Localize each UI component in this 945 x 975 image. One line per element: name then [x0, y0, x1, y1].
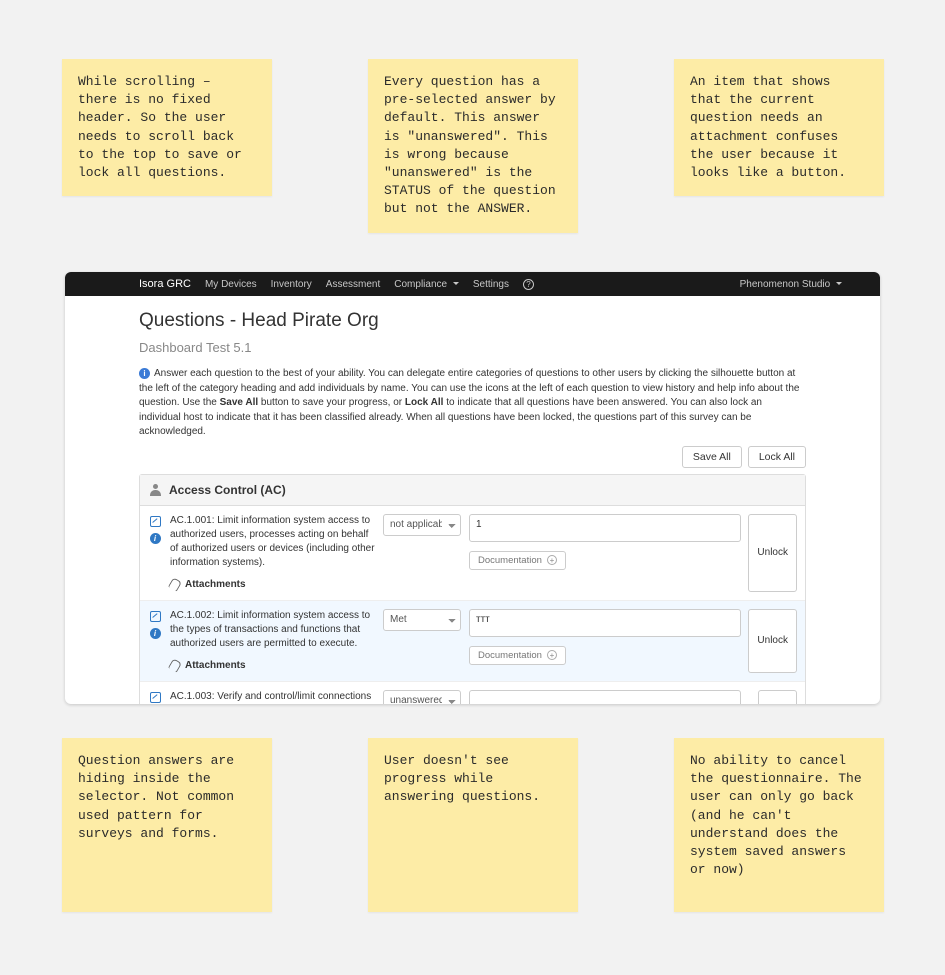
- paperclip-icon: [168, 577, 182, 592]
- documentation-button[interactable]: Documentation +: [469, 551, 566, 570]
- nav-settings[interactable]: Settings: [473, 279, 509, 290]
- nav-user-label: Phenomenon Studio: [740, 279, 831, 290]
- sticky-note: An item that shows that the current ques…: [674, 59, 884, 196]
- question-text: AC.1.002: Limit information system acces…: [170, 609, 375, 651]
- chevron-down-icon: [453, 282, 459, 285]
- lock-button[interactable]: Unlock: [748, 514, 797, 592]
- comment-input[interactable]: [469, 514, 741, 542]
- help-icon[interactable]: ?: [523, 279, 534, 290]
- sticky-note: Question answers are hiding inside the s…: [62, 738, 272, 912]
- info-bold: Save All: [220, 397, 259, 408]
- page-title: Questions - Head Pirate Org: [139, 310, 806, 332]
- plus-icon: +: [547, 555, 557, 565]
- paperclip-icon: [168, 658, 182, 673]
- brand: Isora GRC: [139, 278, 191, 290]
- question-text-col: AC.1.003: Verify and control/limit conne…: [170, 690, 375, 705]
- attachments-row[interactable]: Attachments: [170, 659, 375, 673]
- answer-select-col: not applicable: [383, 514, 461, 592]
- documentation-row: Documentation +: [469, 646, 741, 665]
- nav-my-devices[interactable]: My Devices: [205, 279, 257, 290]
- lock-all-button[interactable]: Lock All: [748, 446, 806, 468]
- comment-input[interactable]: [469, 609, 741, 637]
- save-all-button[interactable]: Save All: [682, 446, 742, 468]
- question-text: AC.1.001: Limit information system acces…: [170, 514, 375, 570]
- documentation-row: Documentation +: [469, 551, 741, 570]
- edit-icon[interactable]: [150, 692, 161, 703]
- lock-button[interactable]: Lock: [758, 690, 797, 705]
- question-text: AC.1.003: Verify and control/limit conne…: [170, 690, 375, 705]
- answer-select[interactable]: not applicable: [383, 514, 461, 536]
- action-row: Save All Lock All: [139, 446, 806, 468]
- info-segment: button to save your progress, or: [258, 397, 405, 408]
- info-icon[interactable]: i: [150, 533, 161, 544]
- info-icon[interactable]: i: [150, 628, 161, 639]
- answer-select-col: unanswered: [383, 690, 461, 705]
- edit-icon[interactable]: [150, 611, 161, 622]
- question-row: i AC.1.002: Limit information system acce…: [140, 601, 805, 682]
- documentation-label: Documentation: [478, 650, 542, 661]
- comment-input[interactable]: [469, 690, 741, 705]
- attachments-row[interactable]: Attachments: [170, 578, 375, 592]
- sticky-note: User doesn't see progress while answerin…: [368, 738, 578, 912]
- lock-button[interactable]: Unlock: [748, 609, 797, 673]
- delegate-user-icon[interactable]: [150, 484, 161, 496]
- answer-select-col: Met: [383, 609, 461, 673]
- plus-icon: +: [547, 650, 557, 660]
- sticky-note: No ability to cancel the questionnaire. …: [674, 738, 884, 912]
- question-icon-col: i: [148, 514, 162, 592]
- sticky-note: Every question has a pre-selected answer…: [368, 59, 578, 233]
- category-panel: Access Control (AC) i AC.1.001: Limit inf…: [139, 474, 806, 705]
- app-window: Isora GRC My Devices Inventory Assessmen…: [65, 272, 880, 704]
- documentation-label: Documentation: [478, 555, 542, 566]
- attachments-label: Attachments: [185, 659, 246, 673]
- info-icon: i: [139, 368, 150, 379]
- page-subtitle: Dashboard Test 5.1: [139, 340, 806, 355]
- sticky-note: While scrolling – there is no fixed head…: [62, 59, 272, 196]
- nav-user-menu[interactable]: Phenomenon Studio: [740, 279, 842, 290]
- nav-assessment[interactable]: Assessment: [326, 279, 380, 290]
- question-icon-col: i: [148, 609, 162, 673]
- lock-col: Lock: [749, 690, 797, 705]
- edit-icon[interactable]: [150, 516, 161, 527]
- question-row: i AC.1.001: Limit information system acce…: [140, 506, 805, 601]
- question-text-col: AC.1.001: Limit information system acces…: [170, 514, 375, 592]
- comment-col: Documentation +: [469, 609, 741, 673]
- category-header: Access Control (AC): [140, 475, 805, 506]
- comment-col: Documentation+: [469, 690, 741, 705]
- documentation-button[interactable]: Documentation +: [469, 646, 566, 665]
- page-content: Questions - Head Pirate Org Dashboard Te…: [65, 296, 880, 704]
- navbar: Isora GRC My Devices Inventory Assessmen…: [65, 272, 880, 296]
- comment-col: Documentation +: [469, 514, 741, 592]
- info-bold: Lock All: [405, 397, 444, 408]
- answer-select[interactable]: Met: [383, 609, 461, 631]
- info-text: iAnswer each question to the best of you…: [139, 367, 806, 440]
- answer-select[interactable]: unanswered: [383, 690, 461, 705]
- attachments-label: Attachments: [185, 578, 246, 592]
- lock-col: Unlock: [749, 609, 797, 673]
- question-text-col: AC.1.002: Limit information system acces…: [170, 609, 375, 673]
- nav-inventory[interactable]: Inventory: [271, 279, 312, 290]
- nav-compliance-label: Compliance: [394, 279, 447, 290]
- question-icon-col: i: [148, 690, 162, 705]
- category-title: Access Control (AC): [169, 483, 286, 497]
- question-row: i AC.1.003: Verify and control/limit conn…: [140, 682, 805, 705]
- lock-col: Unlock: [749, 514, 797, 592]
- chevron-down-icon: [836, 282, 842, 285]
- nav-compliance[interactable]: Compliance: [394, 279, 459, 290]
